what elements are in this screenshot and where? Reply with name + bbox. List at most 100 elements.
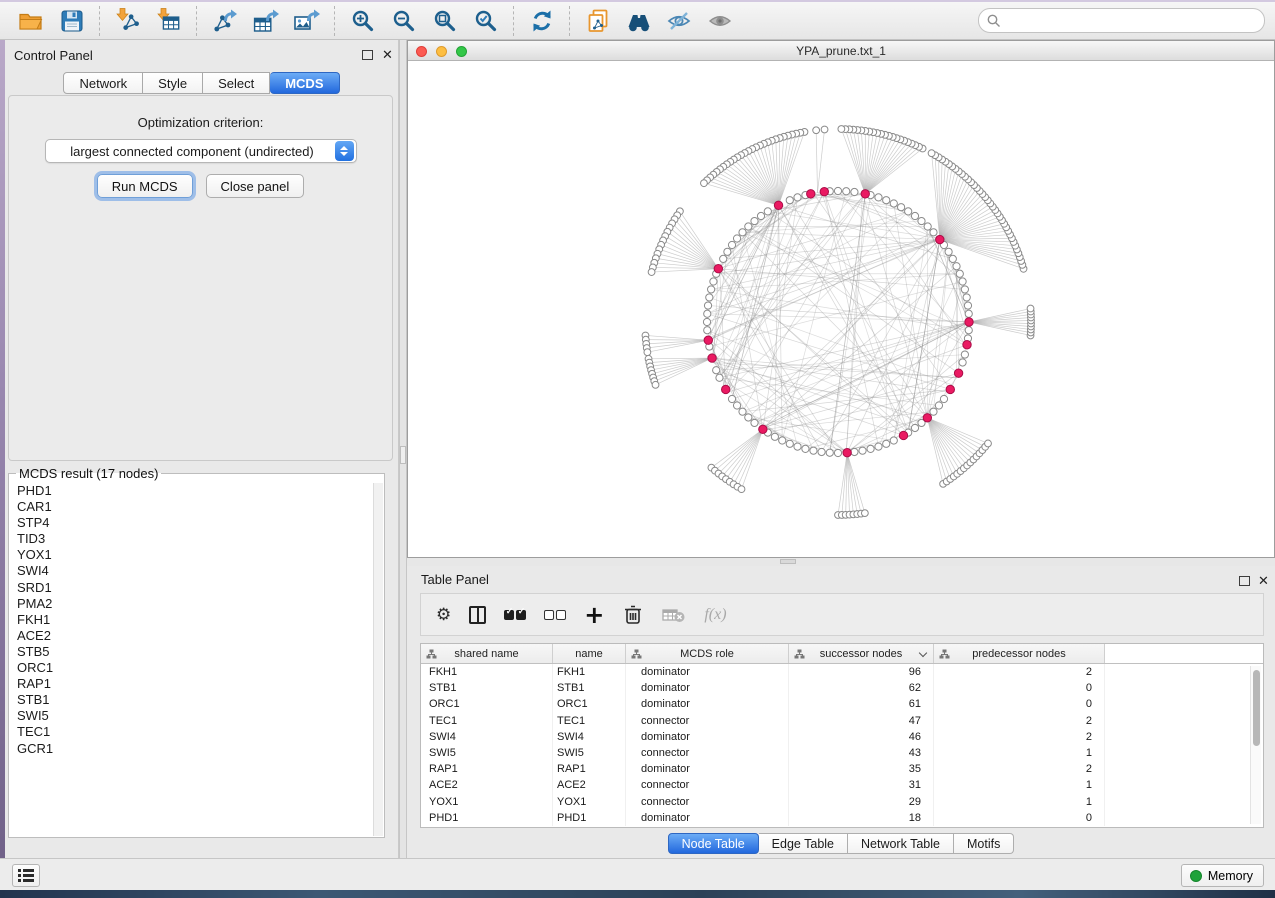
splitter-grip[interactable] bbox=[400, 446, 406, 464]
column-label: shared name bbox=[454, 648, 518, 660]
mcds-result-item[interactable]: FKH1 bbox=[10, 612, 372, 628]
scrollbar-thumb[interactable] bbox=[1253, 670, 1260, 746]
table-row[interactable]: SWI5SWI5connector431 bbox=[421, 745, 1263, 761]
mcds-result-item[interactable]: SRD1 bbox=[10, 580, 372, 596]
column-header-shared-name[interactable]: shared name bbox=[421, 644, 553, 663]
delete-column-button[interactable] bbox=[622, 603, 644, 626]
cell-mcds-role: dominator bbox=[626, 761, 789, 777]
table-row[interactable]: RAP1RAP1dominator352 bbox=[421, 761, 1263, 777]
float-panel-icon[interactable] bbox=[362, 50, 373, 60]
task-history-button[interactable] bbox=[12, 864, 40, 887]
tab-style[interactable]: Style bbox=[143, 72, 203, 94]
mcds-result-item[interactable]: RAP1 bbox=[10, 676, 372, 692]
mcds-result-item[interactable]: TEC1 bbox=[10, 724, 372, 740]
delete-table-button[interactable] bbox=[662, 607, 686, 623]
table-row[interactable]: SWI4SWI4dominator462 bbox=[421, 729, 1263, 745]
cell-mcds-role: dominator bbox=[626, 664, 789, 680]
cell-predecessor-nodes: 2 bbox=[934, 761, 1105, 777]
zoom-out-button[interactable] bbox=[383, 5, 424, 37]
export-network-button[interactable] bbox=[204, 5, 245, 37]
open-file-button[interactable] bbox=[10, 5, 51, 37]
table-row[interactable]: YOX1YOX1connector291 bbox=[421, 794, 1263, 810]
horizontal-splitter[interactable] bbox=[407, 558, 1275, 566]
column-header-successor-nodes[interactable]: successor nodes bbox=[789, 644, 934, 663]
select-stepper-icon bbox=[335, 141, 354, 161]
split-panel-button[interactable] bbox=[469, 606, 486, 624]
table-row[interactable]: FKH1FKH1dominator962 bbox=[421, 664, 1263, 680]
mcds-result-item[interactable]: STB1 bbox=[10, 692, 372, 708]
table-row[interactable]: ORC1ORC1dominator610 bbox=[421, 696, 1263, 712]
mcds-result-item[interactable]: TID3 bbox=[10, 531, 372, 547]
column-header-name[interactable]: name bbox=[553, 644, 626, 663]
criterion-select[interactable]: largest connected component (undirected) bbox=[45, 139, 357, 163]
mcds-result-item[interactable]: SWI4 bbox=[10, 563, 372, 579]
zoom-fit-button[interactable] bbox=[424, 5, 465, 37]
cell-name: ORC1 bbox=[553, 696, 626, 712]
cell-shared-name: PHD1 bbox=[421, 810, 553, 826]
toolbar-separator bbox=[569, 6, 570, 36]
mcds-result-item[interactable]: STP4 bbox=[10, 515, 372, 531]
tab-select[interactable]: Select bbox=[203, 72, 270, 94]
mcds-result-item[interactable]: ACE2 bbox=[10, 628, 372, 644]
zoom-in-button[interactable] bbox=[342, 5, 383, 37]
close-panel-icon[interactable]: ✕ bbox=[1258, 573, 1269, 589]
table-row[interactable]: STB1STB1dominator620 bbox=[421, 680, 1263, 696]
first-neighbors-button[interactable] bbox=[618, 5, 659, 37]
table-row[interactable]: PHD1PHD1dominator180 bbox=[421, 810, 1263, 826]
select-all-columns-button[interactable] bbox=[504, 610, 526, 620]
mcds-result-item[interactable]: PMA2 bbox=[10, 596, 372, 612]
export-table-button[interactable] bbox=[245, 5, 286, 37]
column-label: successor nodes bbox=[820, 648, 903, 660]
duplicate-network-button[interactable] bbox=[577, 5, 618, 37]
cell-name: TEC1 bbox=[553, 713, 626, 729]
export-table-icon bbox=[252, 8, 280, 34]
save-floppy-icon bbox=[59, 8, 85, 34]
tab-mcds[interactable]: MCDS bbox=[270, 72, 339, 94]
tab-motifs[interactable]: Motifs bbox=[954, 833, 1014, 854]
table-toolbar: ⚙ + f(x) bbox=[420, 593, 1264, 636]
table-scrollbar[interactable] bbox=[1250, 666, 1261, 824]
memory-button[interactable]: Memory bbox=[1181, 864, 1264, 887]
column-header-mcds-role[interactable]: MCDS role bbox=[626, 644, 789, 663]
column-header-predecessor-nodes[interactable]: predecessor nodes bbox=[934, 644, 1105, 663]
import-network-button[interactable] bbox=[107, 5, 148, 37]
mcds-result-item[interactable]: GCR1 bbox=[10, 741, 372, 757]
table-settings-button[interactable]: ⚙ bbox=[436, 605, 451, 625]
save-session-button[interactable] bbox=[51, 5, 92, 37]
mcds-result-item[interactable]: STB5 bbox=[10, 644, 372, 660]
cell-predecessor-nodes: 2 bbox=[934, 713, 1105, 729]
show-all-button[interactable] bbox=[700, 5, 741, 37]
close-panel-icon[interactable]: ✕ bbox=[382, 47, 393, 63]
search-input[interactable] bbox=[978, 8, 1265, 33]
import-table-button[interactable] bbox=[148, 5, 189, 37]
table-row[interactable]: TEC1TEC1connector472 bbox=[421, 713, 1263, 729]
network-canvas[interactable] bbox=[408, 62, 1274, 557]
close-panel-button[interactable]: Close panel bbox=[206, 174, 305, 198]
shared-column-icon bbox=[631, 649, 642, 659]
tab-edge-table[interactable]: Edge Table bbox=[759, 833, 848, 854]
splitter-grip[interactable] bbox=[780, 559, 796, 564]
hide-selected-button[interactable] bbox=[659, 5, 700, 37]
mcds-result-item[interactable]: PHD1 bbox=[10, 483, 372, 499]
mcds-result-item[interactable]: ORC1 bbox=[10, 660, 372, 676]
add-column-button[interactable]: + bbox=[584, 606, 604, 624]
checked-box-icon bbox=[504, 610, 514, 620]
export-image-button[interactable] bbox=[286, 5, 327, 37]
function-builder-button[interactable]: f(x) bbox=[704, 606, 726, 624]
mcds-result-item[interactable]: CAR1 bbox=[10, 499, 372, 515]
cell-successor-nodes: 18 bbox=[789, 810, 934, 826]
import-table-icon bbox=[156, 8, 182, 34]
run-mcds-button[interactable]: Run MCDS bbox=[97, 174, 193, 198]
tab-node-table[interactable]: Node Table bbox=[668, 833, 759, 854]
table-row[interactable]: ACE2ACE2connector311 bbox=[421, 777, 1263, 793]
unselect-all-columns-button[interactable] bbox=[544, 610, 566, 620]
refresh-view-button[interactable] bbox=[521, 5, 562, 37]
vertical-splitter[interactable] bbox=[399, 40, 407, 858]
tab-network-table[interactable]: Network Table bbox=[848, 833, 954, 854]
mcds-result-item[interactable]: YOX1 bbox=[10, 547, 372, 563]
tab-network[interactable]: Network bbox=[63, 72, 143, 94]
zoom-selected-button[interactable] bbox=[465, 5, 506, 37]
mcds-result-item[interactable]: SWI5 bbox=[10, 708, 372, 724]
float-panel-icon[interactable] bbox=[1239, 576, 1250, 586]
mcds-list-scrollbar[interactable] bbox=[373, 483, 383, 836]
